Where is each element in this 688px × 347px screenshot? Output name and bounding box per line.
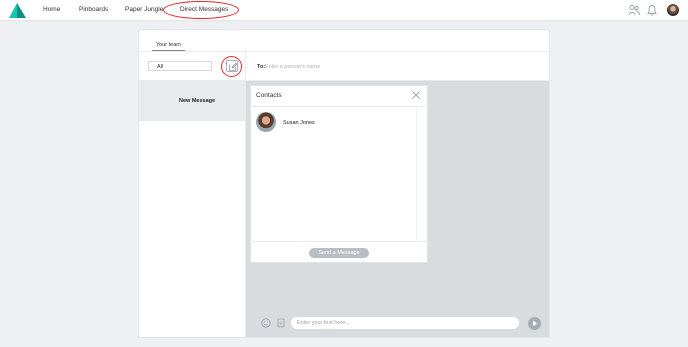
- highlight-ellipse: [163, 1, 239, 19]
- nav-pinboards[interactable]: Pinboards: [79, 6, 108, 13]
- nav-home[interactable]: Home: [43, 6, 60, 13]
- nav-paper-jungle[interactable]: Paper Jungle: [125, 6, 163, 13]
- people-icon[interactable]: [628, 4, 640, 16]
- message-input[interactable]: [291, 317, 519, 329]
- tab-your-team[interactable]: Your team: [156, 42, 181, 48]
- attachment-icon[interactable]: [276, 318, 286, 328]
- divider: [139, 51, 549, 52]
- contacts-popup: [250, 85, 428, 263]
- send-icon: [533, 320, 538, 327]
- divider: [250, 106, 428, 107]
- send-message-button[interactable]: Send a Message: [309, 248, 369, 258]
- emoji-icon[interactable]: [261, 318, 271, 328]
- contact-avatar[interactable]: [256, 112, 276, 132]
- highlight-circle: [221, 56, 242, 77]
- divider: [250, 241, 428, 242]
- new-message-label: New Message: [179, 98, 216, 104]
- contacts-scrollbar[interactable]: [416, 107, 417, 241]
- to-label: To:: [257, 63, 266, 70]
- filter-selected-value: All: [157, 63, 164, 70]
- contact-name[interactable]: Susan Jones: [283, 120, 315, 126]
- contacts-title: Contacts: [256, 92, 282, 99]
- send-button[interactable]: [528, 317, 541, 330]
- close-icon[interactable]: [411, 90, 421, 100]
- recipient-input[interactable]: [265, 62, 415, 71]
- bell-icon[interactable]: [646, 4, 658, 16]
- app-logo[interactable]: [9, 3, 26, 18]
- user-avatar[interactable]: [667, 4, 679, 16]
